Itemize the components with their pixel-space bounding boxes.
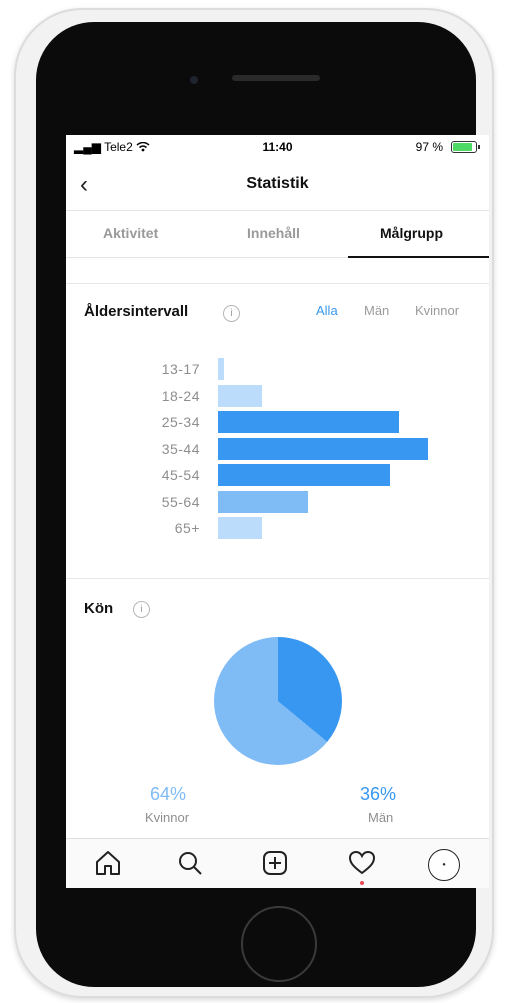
add-post-icon[interactable] bbox=[259, 847, 291, 879]
tab-aktivitet[interactable]: Aktivitet bbox=[103, 225, 158, 241]
heart-icon[interactable] bbox=[346, 847, 378, 879]
home-button[interactable] bbox=[241, 906, 317, 982]
gender-pie-chart bbox=[214, 637, 342, 765]
women-label: Kvinnor bbox=[145, 810, 190, 825]
notification-dot bbox=[360, 881, 364, 885]
tab-innehall[interactable]: Innehåll bbox=[247, 225, 300, 241]
profile-avatar[interactable]: ● bbox=[428, 849, 460, 881]
women-percent: 64% bbox=[150, 784, 187, 804]
battery-icon bbox=[451, 141, 480, 153]
nav-bar: ‹ Statistik bbox=[66, 159, 489, 209]
filter-alla[interactable]: Alla bbox=[316, 303, 338, 318]
page-title: Statistik bbox=[246, 175, 309, 192]
tab-bar: Aktivitet Innehåll Målgrupp bbox=[66, 210, 489, 258]
age-label-45-54: 45-54 bbox=[161, 467, 200, 483]
active-tab-indicator bbox=[348, 256, 489, 258]
age-label-65+: 65+ bbox=[174, 520, 200, 536]
age-label-25-34: 25-34 bbox=[161, 414, 200, 430]
age-bar-18-24 bbox=[218, 384, 263, 407]
section-divider bbox=[66, 283, 489, 284]
age-label-18-24: 18-24 bbox=[161, 387, 200, 404]
bottom-tab-bar: ● bbox=[66, 838, 489, 888]
home-icon[interactable] bbox=[92, 847, 124, 879]
age-bar-25-34 bbox=[218, 411, 399, 433]
age-bar-65+ bbox=[218, 517, 263, 539]
gender-section-title: Kön bbox=[84, 600, 114, 617]
section-divider bbox=[66, 578, 489, 579]
age-bar-13-17 bbox=[218, 358, 225, 380]
info-icon[interactable]: i bbox=[133, 601, 150, 618]
age-bar-45-54 bbox=[218, 464, 391, 486]
phone-screen: ▂▄▆ Tele2 11:40 97 % ‹ Statistik Aktivit… bbox=[66, 135, 489, 888]
earpiece-speaker bbox=[232, 75, 320, 81]
age-label-13-17: 13-17 bbox=[161, 361, 200, 377]
filter-man[interactable]: Män bbox=[364, 303, 389, 318]
status-bar: ▂▄▆ Tele2 11:40 97 % bbox=[66, 135, 489, 157]
age-bar-35-44 bbox=[218, 437, 428, 460]
filter-kvinnor[interactable]: Kvinnor bbox=[415, 303, 459, 318]
age-label-35-44: 35-44 bbox=[161, 440, 200, 457]
age-bar-55-64 bbox=[218, 490, 309, 513]
front-camera bbox=[190, 76, 198, 84]
battery-percent: 97 % bbox=[415, 140, 443, 154]
age-section-title: Åldersintervall bbox=[84, 303, 189, 320]
info-icon[interactable]: i bbox=[223, 305, 240, 322]
search-icon[interactable] bbox=[174, 847, 206, 879]
men-percent: 36% bbox=[360, 784, 397, 804]
tab-malgrupp[interactable]: Målgrupp bbox=[380, 225, 443, 241]
age-label-55-64: 55-64 bbox=[161, 493, 200, 510]
men-label: Män bbox=[368, 810, 394, 825]
